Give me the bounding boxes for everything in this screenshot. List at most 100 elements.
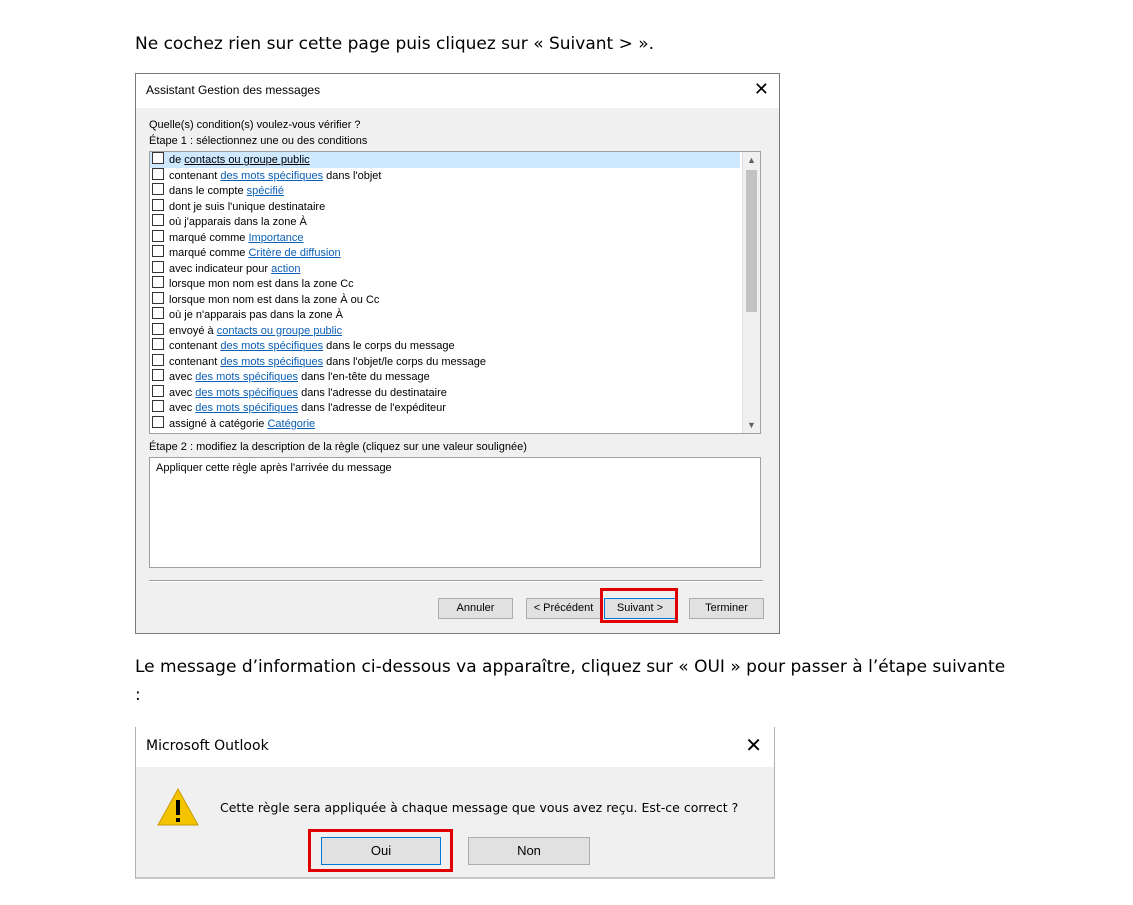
conditions-rows: de contacts ou groupe public contenant de… bbox=[150, 152, 760, 431]
previous-button[interactable]: < Précédent bbox=[526, 598, 601, 619]
condition-checkbox[interactable] bbox=[152, 260, 164, 273]
rule-description-box[interactable]: Appliquer cette règle après l'arrivée du… bbox=[149, 457, 761, 568]
condition-value-link[interactable]: action bbox=[271, 263, 300, 275]
condition-text: dans le corps du message bbox=[323, 340, 455, 352]
instruction-text-1: Ne cochez rien sur cette page puis cliqu… bbox=[135, 34, 655, 54]
condition-value-link[interactable]: des mots spécifiques bbox=[195, 402, 298, 414]
condition-row[interactable]: assigné à catégorie Catégorie bbox=[150, 415, 760, 432]
condition-value-link[interactable]: des mots spécifiques bbox=[220, 170, 323, 182]
condition-row[interactable]: marqué comme Importance bbox=[150, 229, 760, 246]
close-icon[interactable]: ✕ bbox=[745, 735, 762, 757]
condition-row[interactable]: avec indicateur pour action bbox=[150, 260, 760, 277]
condition-value-link[interactable]: des mots spécifiques bbox=[220, 340, 323, 352]
condition-value-link[interactable]: des mots spécifiques bbox=[195, 387, 298, 399]
condition-checkbox[interactable] bbox=[152, 307, 164, 319]
instruction-text-2: Le message d’information ci-dessous va a… bbox=[135, 657, 1006, 705]
condition-checkbox[interactable] bbox=[152, 229, 164, 242]
condition-checkbox[interactable] bbox=[152, 245, 164, 257]
finish-button[interactable]: Terminer bbox=[689, 598, 764, 619]
conditions-scrollbar[interactable]: ▲ ▼ bbox=[742, 152, 760, 433]
condition-checkbox[interactable] bbox=[152, 152, 164, 164]
condition-text: assigné à catégorie bbox=[169, 417, 268, 430]
condition-text: dont je suis l'unique destinataire bbox=[169, 200, 326, 213]
condition-row[interactable]: marqué comme Critère de diffusion bbox=[150, 245, 760, 261]
highlight-next-button bbox=[600, 588, 678, 623]
condition-checkbox[interactable] bbox=[152, 167, 164, 180]
condition-text: contenant bbox=[169, 169, 221, 182]
condition-checkbox[interactable] bbox=[152, 198, 164, 211]
condition-checkbox[interactable] bbox=[152, 415, 164, 428]
condition-checkbox[interactable] bbox=[152, 291, 164, 304]
dialog-titlebar: Assistant Gestion des messages ✕ bbox=[136, 74, 779, 108]
condition-text: marqué comme bbox=[169, 231, 249, 244]
condition-value-link[interactable]: contacts ou groupe public bbox=[217, 325, 342, 337]
condition-text: dans l'adresse de l'expéditeur bbox=[298, 402, 446, 414]
conditions-question: Quelle(s) condition(s) voulez-vous vérif… bbox=[149, 119, 361, 131]
condition-text: lorsque mon nom est dans la zone À ou Cc bbox=[169, 293, 380, 306]
condition-text: dans l'objet bbox=[323, 169, 382, 182]
separator bbox=[149, 580, 763, 582]
condition-checkbox[interactable] bbox=[152, 322, 164, 335]
scroll-down-icon[interactable]: ▼ bbox=[743, 417, 760, 433]
highlight-yes-button bbox=[308, 829, 453, 872]
condition-text: avec bbox=[169, 371, 196, 383]
step1-label: Étape 1 : sélectionnez une ou des condit… bbox=[149, 135, 368, 147]
scrollbar-thumb[interactable] bbox=[746, 170, 757, 312]
condition-row[interactable]: où je n'apparais pas dans la zone À bbox=[150, 307, 760, 323]
condition-value-link[interactable]: des mots spécifiques bbox=[220, 356, 323, 368]
warning-icon bbox=[157, 787, 199, 826]
condition-text: contenant bbox=[169, 340, 221, 352]
condition-text: où je n'apparais pas dans la zone À bbox=[169, 309, 343, 321]
condition-text: envoyé à bbox=[169, 324, 217, 337]
conditions-list[interactable]: de contacts ou groupe public contenant de… bbox=[149, 151, 761, 434]
cancel-button[interactable]: Annuler bbox=[438, 598, 513, 619]
condition-text: contenant bbox=[169, 355, 221, 368]
condition-row[interactable]: contenant des mots spécifiques dans le c… bbox=[150, 338, 760, 354]
condition-row[interactable]: avec des mots spécifiques dans l'en-tête… bbox=[150, 369, 760, 385]
condition-value-link[interactable]: Importance bbox=[248, 232, 303, 244]
condition-row[interactable]: lorsque mon nom est dans la zone À ou Cc bbox=[150, 291, 760, 308]
rules-wizard-dialog: Assistant Gestion des messages ✕ Quelle(… bbox=[135, 73, 780, 634]
condition-row[interactable]: lorsque mon nom est dans la zone Cc bbox=[150, 276, 760, 292]
condition-checkbox[interactable] bbox=[152, 384, 164, 397]
condition-value-link[interactable]: Catégorie bbox=[267, 418, 315, 430]
condition-value-link[interactable]: spécifié bbox=[247, 185, 284, 197]
condition-checkbox[interactable] bbox=[152, 353, 164, 366]
msgbox-titlebar: Microsoft Outlook ✕ bbox=[136, 727, 774, 767]
condition-checkbox[interactable] bbox=[152, 214, 164, 226]
condition-checkbox[interactable] bbox=[152, 400, 164, 412]
condition-text: avec bbox=[169, 402, 196, 414]
msgbox-title: Microsoft Outlook bbox=[146, 738, 269, 754]
condition-row[interactable]: avec des mots spécifiques dans l'adresse… bbox=[150, 400, 760, 416]
condition-row[interactable]: dont je suis l'unique destinataire bbox=[150, 198, 760, 215]
condition-checkbox[interactable] bbox=[152, 276, 164, 288]
condition-text: où j'apparais dans la zone À bbox=[169, 216, 307, 228]
condition-text: dans le compte bbox=[169, 185, 247, 197]
no-button[interactable]: Non bbox=[468, 837, 590, 865]
condition-value-link[interactable]: Critère de diffusion bbox=[248, 247, 340, 259]
condition-checkbox[interactable] bbox=[152, 369, 164, 381]
condition-row[interactable]: de contacts ou groupe public bbox=[150, 152, 740, 168]
msgbox-message: Cette règle sera appliquée à chaque mess… bbox=[220, 800, 739, 815]
condition-text: marqué comme bbox=[169, 247, 249, 259]
condition-row[interactable]: avec des mots spécifiques dans l'adresse… bbox=[150, 384, 760, 401]
dialog-title: Assistant Gestion des messages bbox=[146, 83, 321, 97]
condition-text: dans l'en-tête du message bbox=[298, 371, 430, 383]
condition-text: lorsque mon nom est dans la zone Cc bbox=[169, 278, 354, 290]
condition-row[interactable]: envoyé à contacts ou groupe public bbox=[150, 322, 760, 339]
condition-row[interactable]: où j'apparais dans la zone À bbox=[150, 214, 760, 230]
condition-text: dans l'adresse du destinataire bbox=[298, 386, 447, 399]
condition-row[interactable]: contenant des mots spécifiques dans l'ob… bbox=[150, 353, 760, 370]
condition-row[interactable]: dans le compte spécifié bbox=[150, 183, 760, 199]
condition-text: dans l'objet/le corps du message bbox=[323, 355, 487, 368]
close-icon[interactable]: ✕ bbox=[754, 79, 769, 99]
scroll-up-icon[interactable]: ▲ bbox=[743, 152, 760, 168]
condition-value-link[interactable]: des mots spécifiques bbox=[195, 371, 298, 383]
rule-description-text: Appliquer cette règle après l'arrivée du… bbox=[156, 462, 392, 474]
outlook-message-box: Microsoft Outlook ✕ Cette règle sera app… bbox=[135, 727, 775, 879]
condition-row[interactable]: contenant des mots spécifiques dans l'ob… bbox=[150, 167, 760, 184]
condition-checkbox[interactable] bbox=[152, 338, 164, 350]
condition-value-link[interactable]: contacts ou groupe public bbox=[184, 154, 309, 166]
condition-checkbox[interactable] bbox=[152, 183, 164, 195]
condition-text: avec bbox=[169, 386, 196, 399]
